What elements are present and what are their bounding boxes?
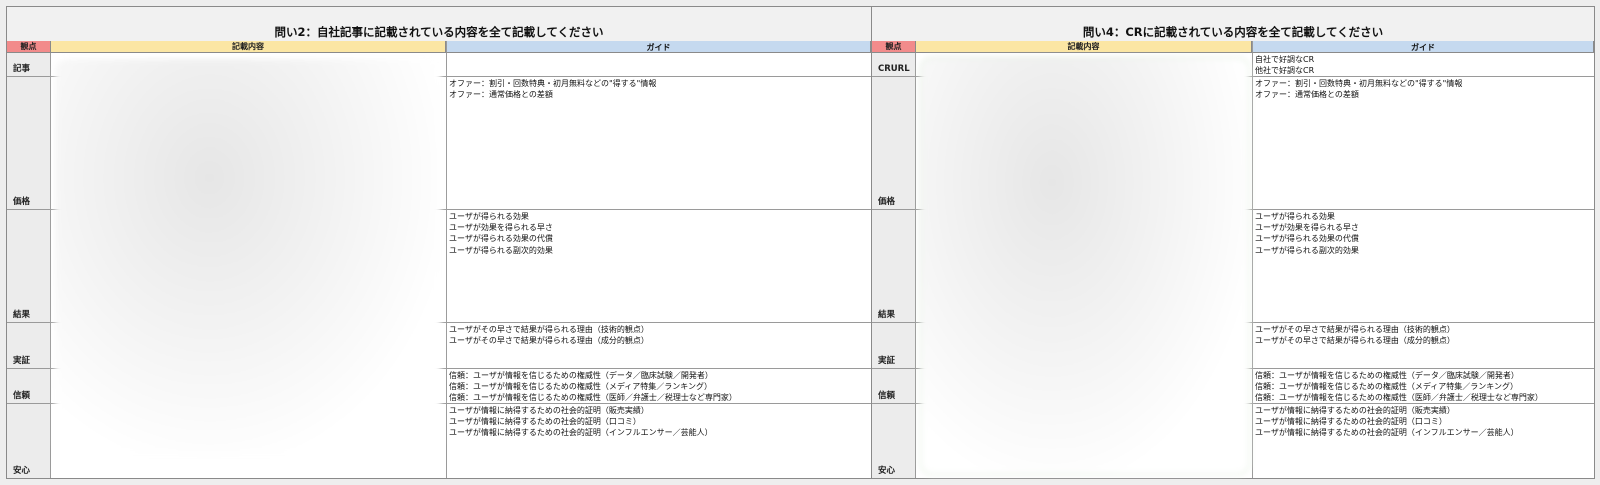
- guide-cell[interactable]: 信頼：ユーザが情報を信じるための権威性（データ／臨床試験／開発者） 信頼：ユーザ…: [1252, 369, 1594, 403]
- guide-line: ユーザが得られる効果の代償: [449, 234, 553, 244]
- row-label-cell: 実証: [872, 323, 916, 368]
- row-label: 記事: [13, 64, 31, 74]
- guide-line: ユーザが情報に納得するための社会的証明（インフルエンサー／芸能人）: [449, 428, 713, 438]
- guide-cell[interactable]: 自社で好調なCR 他社で好調なCR: [1252, 53, 1594, 76]
- guide-line: ユーザがその早さで結果が得られる理由（成分的観点）: [1255, 336, 1455, 346]
- row-label: 実証: [878, 356, 896, 366]
- guide-line: ユーザがその早さで結果が得られる理由（成分的観点）: [449, 336, 649, 346]
- row-label-cell: CRURL: [872, 53, 916, 76]
- guide-line: ユーザがその早さで結果が得られる理由（技術的観点）: [1255, 325, 1455, 334]
- guide-line: ユーザが情報に納得するための社会的証明（口コミ）: [449, 417, 641, 427]
- row-label: 価格: [13, 197, 31, 207]
- guide-line: 信頼：ユーザが情報を信じるための権威性（医師／弁護士／税理士など専門家）: [449, 393, 737, 403]
- guide-cell[interactable]: オファー：割引・回数特典・初月無料などの"得する"情報 オファー：通常価格との差…: [446, 77, 871, 209]
- header-kisai[interactable]: 記載内容: [51, 41, 446, 53]
- guide-cell[interactable]: ユーザがその早さで結果が得られる理由（技術的観点） ユーザがその早さで結果が得ら…: [1252, 323, 1594, 368]
- question-2-title-row: 問い2：自社記事に記載されている内容を全て記載してください: [7, 7, 871, 42]
- question-4-panel: 問い4：CRに記載されている内容を全て記載してください 観点 記載内容 ガイド …: [871, 6, 1595, 479]
- guide-cell[interactable]: ユーザが得られる効果 ユーザが効果を得られる早さ ユーザが得られる効果の代償 ユ…: [446, 210, 871, 322]
- guide-line: 自社で好調なCR: [1255, 55, 1315, 64]
- row-label-cell: 記事: [7, 53, 51, 76]
- guide-line: 信頼：ユーザが情報を信じるための権威性（メディア特集／ランキング）: [449, 382, 713, 392]
- row-label: 結果: [13, 310, 31, 320]
- header-kisai[interactable]: 記載内容: [916, 41, 1252, 53]
- header-guide[interactable]: ガイド: [446, 41, 871, 53]
- guide-cell[interactable]: 信頼：ユーザが情報を信じるための権威性（データ／臨床試験／開発者） 信頼：ユーザ…: [446, 369, 871, 403]
- guide-line: ユーザが得られる副次的効果: [449, 245, 553, 255]
- guide-line: ユーザがその早さで結果が得られる理由（技術的観点）: [449, 325, 649, 334]
- guide-cell[interactable]: ユーザが情報に納得するための社会的証明（販売実績） ユーザが情報に納得するための…: [1252, 404, 1594, 478]
- row-label: 信頼: [878, 391, 896, 401]
- row-label: 安心: [13, 466, 31, 476]
- header-kanten[interactable]: 観点: [7, 41, 51, 53]
- row-label: CRURL: [878, 64, 910, 74]
- question-4-title: 問い4：CRに記載されている内容を全て記載してください: [1082, 25, 1384, 39]
- guide-cell[interactable]: ユーザが情報に納得するための社会的証明（販売実績） ユーザが情報に納得するための…: [446, 404, 871, 478]
- guide-cell[interactable]: オファー：割引・回数特典・初月無料などの"得する"情報 オファー：通常価格との差…: [1252, 77, 1594, 209]
- guide-line: 他社で好調なCR: [1255, 66, 1315, 76]
- row-label: 結果: [878, 310, 896, 320]
- row-label-cell: 結果: [872, 210, 916, 322]
- guide-line: ユーザが情報に納得するための社会的証明（口コミ）: [1255, 417, 1447, 427]
- row-label: 実証: [13, 356, 31, 366]
- row-label-cell: 安心: [7, 404, 51, 478]
- guide-line: ユーザが得られる副次的効果: [1255, 245, 1359, 255]
- row-label-cell: 信頼: [7, 369, 51, 403]
- question-2-title: 問い2：自社記事に記載されている内容を全て記載してください: [274, 25, 604, 39]
- guide-line: ユーザが情報に納得するための社会的証明（販売実績）: [449, 406, 649, 415]
- question-4-title-row: 問い4：CRに記載されている内容を全て記載してください: [872, 7, 1594, 42]
- row-label: 価格: [878, 197, 896, 207]
- guide-cell[interactable]: ユーザがその早さで結果が得られる理由（技術的観点） ユーザがその早さで結果が得ら…: [446, 323, 871, 368]
- blurred-content-image: [920, 57, 1250, 475]
- guide-line: ユーザが情報に納得するための社会的証明（インフルエンサー／芸能人）: [1255, 428, 1519, 438]
- guide-cell[interactable]: ユーザが得られる効果 ユーザが効果を得られる早さ ユーザが得られる効果の代償 ユ…: [1252, 210, 1594, 322]
- guide-line: オファー：割引・回数特典・初月無料などの"得する"情報: [1255, 79, 1463, 88]
- row-label-cell: 結果: [7, 210, 51, 322]
- row-label-cell: 価格: [872, 77, 916, 209]
- guide-line: ユーザが効果を得られる早さ: [449, 223, 553, 233]
- guide-line: オファー：割引・回数特典・初月無料などの"得する"情報: [449, 79, 657, 88]
- guide-line: 信頼：ユーザが情報を信じるための権威性（データ／臨床試験／開発者）: [1255, 371, 1519, 380]
- header-kanten[interactable]: 観点: [872, 41, 916, 53]
- guide-line: ユーザが効果を得られる早さ: [1255, 223, 1359, 233]
- guide-line: ユーザが得られる効果: [449, 212, 529, 221]
- guide-line: 信頼：ユーザが情報を信じるための権威性（メディア特集／ランキング）: [1255, 382, 1519, 392]
- guide-line: オファー：通常価格との差額: [449, 90, 553, 100]
- row-label-cell: 安心: [872, 404, 916, 478]
- row-label-cell: 価格: [7, 77, 51, 209]
- row-label-cell: 実証: [7, 323, 51, 368]
- guide-line: ユーザが情報に納得するための社会的証明（販売実績）: [1255, 406, 1455, 415]
- row-label: 安心: [878, 466, 896, 476]
- question-2-panel: 問い2：自社記事に記載されている内容を全て記載してください 観点 記載内容 ガイ…: [6, 6, 872, 479]
- guide-line: 信頼：ユーザが情報を信じるための権威性（データ／臨床試験／開発者）: [449, 371, 713, 380]
- guide-line: オファー：通常価格との差額: [1255, 90, 1359, 100]
- guide-line: ユーザが得られる効果の代償: [1255, 234, 1359, 244]
- spreadsheet: 問い2：自社記事に記載されている内容を全て記載してください 観点 記載内容 ガイ…: [0, 0, 1600, 485]
- row-label: 信頼: [13, 391, 31, 401]
- guide-line: ユーザが得られる効果: [1255, 212, 1335, 221]
- header-guide[interactable]: ガイド: [1252, 41, 1594, 53]
- guide-line: 信頼：ユーザが情報を信じるための権威性（医師／弁護士／税理士など専門家）: [1255, 393, 1543, 403]
- blurred-content-image: [55, 59, 441, 455]
- row-label-cell: 信頼: [872, 369, 916, 403]
- guide-cell[interactable]: [446, 53, 871, 76]
